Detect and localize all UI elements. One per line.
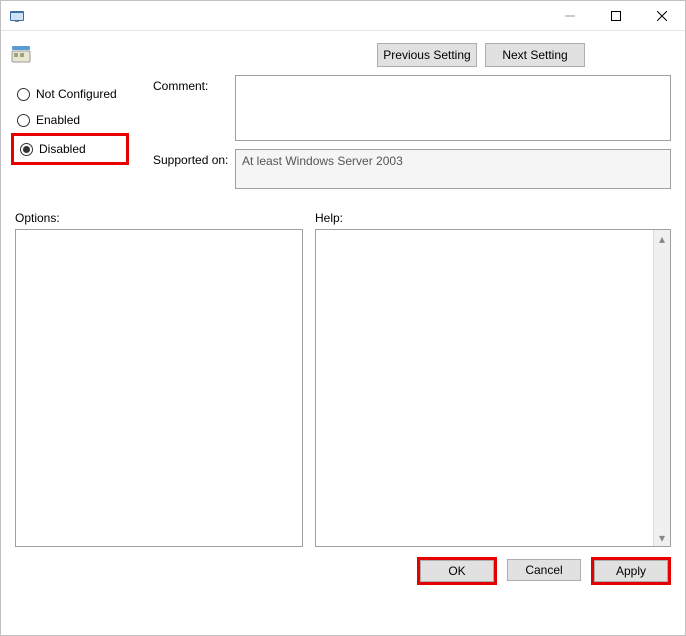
radio-not-configured[interactable]: Not Configured xyxy=(15,81,135,107)
help-pane: ▴ ▾ xyxy=(315,229,671,547)
options-pane xyxy=(15,229,303,547)
comment-label: Comment: xyxy=(153,75,235,93)
titlebar xyxy=(1,1,685,31)
options-text xyxy=(16,230,302,238)
comment-textarea[interactable] xyxy=(235,75,671,141)
minimize-button[interactable] xyxy=(547,1,593,31)
scroll-down-icon: ▾ xyxy=(654,529,670,546)
dialog-footer: OK Cancel Apply xyxy=(1,547,685,585)
ok-button-highlight: OK xyxy=(417,557,497,585)
state-radio-group: Not Configured Enabled Disabled xyxy=(15,75,135,197)
supported-textarea xyxy=(235,149,671,189)
help-text xyxy=(316,230,653,546)
close-button[interactable] xyxy=(639,1,685,31)
radio-label: Enabled xyxy=(36,113,80,127)
radio-disabled-highlight: Disabled xyxy=(11,133,129,165)
supported-label: Supported on: xyxy=(153,149,235,167)
maximize-button[interactable] xyxy=(593,1,639,31)
radio-icon xyxy=(17,114,30,127)
previous-setting-button[interactable]: Previous Setting xyxy=(377,43,477,67)
radio-disabled[interactable]: Disabled xyxy=(18,136,126,162)
cancel-button[interactable]: Cancel xyxy=(507,559,581,581)
apply-button-highlight: Apply xyxy=(591,557,671,585)
options-label: Options: xyxy=(15,211,303,229)
help-scrollbar[interactable]: ▴ ▾ xyxy=(653,230,670,546)
radio-icon xyxy=(20,143,33,156)
ok-button[interactable]: OK xyxy=(420,560,494,582)
scroll-up-icon: ▴ xyxy=(654,230,670,247)
apply-button[interactable]: Apply xyxy=(594,560,668,582)
policy-app-icon xyxy=(9,8,25,24)
cancel-button-wrap: Cancel xyxy=(505,557,583,585)
toolbar: Previous Setting Next Setting xyxy=(1,31,685,75)
radio-label: Not Configured xyxy=(36,87,117,101)
radio-label: Disabled xyxy=(39,142,86,156)
radio-icon xyxy=(17,88,30,101)
policy-setting-icon xyxy=(11,45,31,63)
next-setting-button[interactable]: Next Setting xyxy=(485,43,585,67)
radio-enabled[interactable]: Enabled xyxy=(15,107,135,133)
help-label: Help: xyxy=(315,211,343,229)
